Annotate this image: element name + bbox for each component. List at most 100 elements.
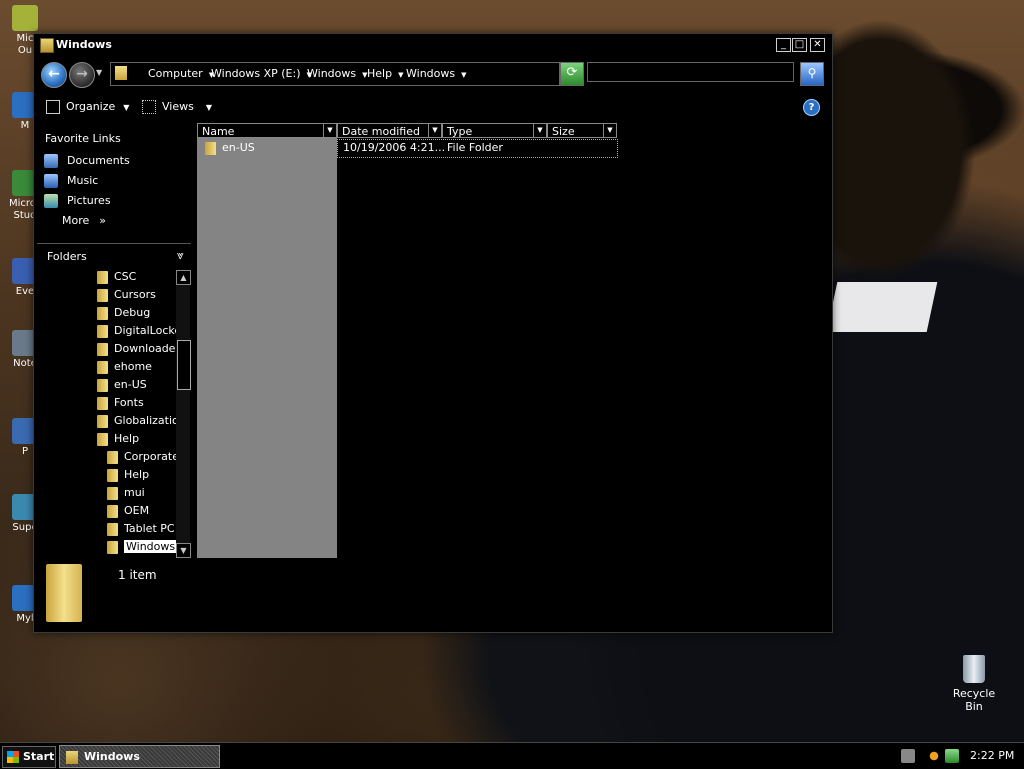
search-icon[interactable] (927, 749, 941, 763)
tree-item[interactable]: en-US (97, 376, 147, 394)
tree-item[interactable]: Cursors (97, 286, 156, 304)
tree-item[interactable]: DigitalLocker (97, 322, 186, 340)
chevron-down-icon: ▼ (205, 103, 212, 112)
favorite-link-pictures[interactable]: Pictures (44, 194, 111, 208)
divider (37, 243, 191, 244)
file-row[interactable]: en-US 10/19/2006 4:21... File Folder (197, 139, 618, 158)
folder-icon (97, 378, 108, 392)
navigation-bar: ← → ▼ Computer ▼ Windows XP (E:) ▼ Windows… (34, 58, 832, 90)
organize-label: Organize (66, 100, 116, 113)
breadcrumb-current[interactable]: Windows ▼ (406, 67, 467, 80)
tree-item-label: DigitalLocker (114, 324, 186, 337)
organize-button[interactable]: Organize ▼ (46, 100, 129, 114)
breadcrumb-help[interactable]: Help ▼ (367, 67, 403, 80)
tree-item[interactable]: CSC (97, 268, 136, 286)
scroll-down-button[interactable]: ▼ (176, 543, 191, 558)
network-icon[interactable] (945, 749, 959, 763)
chevron-down-icon[interactable]: ▼ (603, 124, 616, 137)
tree-item-label: Globalization (114, 414, 186, 427)
tree-item[interactable]: Windows (107, 538, 178, 556)
chevron-down-icon[interactable]: ⩔ (177, 248, 184, 263)
tree-item[interactable]: Tablet PC (107, 520, 175, 538)
tree-item-label: OEM (124, 504, 150, 517)
tree-item-label: Help (124, 468, 150, 481)
chevron-right-icon[interactable]: ▼ (398, 71, 403, 79)
tree-item[interactable]: Help (97, 430, 139, 448)
search-button[interactable]: ⚲ (800, 62, 824, 86)
tree-item[interactable]: Globalization (97, 412, 186, 430)
favorite-links-more[interactable]: More » (62, 214, 106, 227)
folder-icon (97, 324, 108, 338)
scroll-up-button[interactable]: ▲ (176, 270, 191, 285)
name-column-background (197, 138, 337, 558)
folder-icon (205, 141, 216, 155)
taskbar-window-button[interactable]: Windows (59, 745, 220, 768)
favorite-link-label: Pictures (67, 194, 111, 207)
favorite-link-documents[interactable]: Documents (44, 154, 130, 168)
address-bar[interactable]: Computer ▼ Windows XP (E:) ▼ Windows ▼ Help… (110, 62, 625, 86)
recycle-bin-icon[interactable]: Recycle Bin (943, 655, 1005, 713)
double-chevron-right-icon: » (99, 214, 107, 227)
chevron-down-icon: ▼ (123, 103, 130, 112)
back-button[interactable]: ← (41, 62, 67, 88)
favorite-link-music[interactable]: Music (44, 174, 98, 188)
folders-header[interactable]: Folders ⩔ (37, 247, 191, 267)
maximize-button[interactable]: □ (792, 38, 807, 52)
views-button[interactable]: Views ▼ (142, 100, 212, 114)
chevron-down-icon[interactable]: ▼ (323, 124, 336, 137)
recycle-bin-label: Recycle Bin (952, 687, 996, 713)
file-name: en-US (222, 141, 255, 154)
column-header-name[interactable]: Name ▼ (197, 123, 337, 138)
help-icon[interactable]: ? (803, 99, 820, 116)
tree-item[interactable]: Help (107, 466, 149, 484)
column-label: Date modified (342, 125, 420, 138)
forward-button[interactable]: → (69, 62, 95, 88)
explorer-window: Windows _ □ ✕ ← → ▼ Computer ▼ Windows XP… (33, 33, 833, 633)
folder-icon (107, 468, 118, 482)
tree-item[interactable]: OEM (107, 502, 149, 520)
column-label: Size (552, 125, 575, 138)
folder-icon (97, 360, 108, 374)
file-name-cell[interactable]: en-US (205, 141, 255, 155)
keyboard-icon[interactable] (901, 749, 915, 763)
tree-item-label: Windows (124, 540, 178, 553)
recent-pages-dropdown[interactable]: ▼ (96, 68, 102, 77)
window-title: Windows (56, 38, 112, 51)
views-icon (142, 100, 156, 114)
chevron-down-icon[interactable]: ▼ (428, 124, 441, 137)
tree-item[interactable]: mui (107, 484, 145, 502)
column-header-size[interactable]: Size ▼ (547, 123, 617, 138)
start-button[interactable]: Start (2, 746, 56, 768)
title-bar[interactable]: Windows _ □ ✕ (34, 34, 832, 56)
tree-item[interactable]: Downloaded (97, 340, 182, 358)
command-bar: Organize ▼ Views ▼ ? (34, 94, 832, 120)
music-icon (44, 174, 58, 188)
tree-item[interactable]: Fonts (97, 394, 144, 412)
start-label: Start (23, 750, 55, 763)
folder-tree-scrollbar[interactable]: ▲ ▼ (176, 270, 191, 558)
chevron-down-icon[interactable]: ▼ (533, 124, 546, 137)
tree-item-label: Corporate (124, 450, 179, 463)
clock[interactable]: 2:22 PM (970, 749, 1014, 762)
documents-icon (44, 154, 58, 168)
search-input[interactable] (587, 62, 794, 82)
breadcrumb-drive[interactable]: Windows XP (E:) ▼ (211, 67, 312, 80)
column-label: Name (202, 125, 235, 138)
close-button[interactable]: ✕ (810, 38, 825, 52)
folder-icon (115, 66, 127, 80)
minimize-button[interactable]: _ (776, 38, 791, 52)
favorite-link-label: Documents (67, 154, 130, 167)
tree-item-label: mui (124, 486, 145, 499)
tree-item-label: Debug (114, 306, 151, 319)
breadcrumb-windows[interactable]: Windows ▼ (307, 67, 368, 80)
item-count: 1 item (118, 568, 157, 582)
refresh-button[interactable]: ⟳ (560, 62, 584, 86)
tree-item[interactable]: Debug (97, 304, 150, 322)
chevron-right-icon[interactable]: ▼ (461, 71, 466, 79)
tree-item[interactable]: ehome (97, 358, 152, 376)
tree-item[interactable]: Corporate (107, 448, 179, 466)
column-header-date-modified[interactable]: Date modified ▼ (337, 123, 442, 138)
column-header-type[interactable]: Type ▼ (442, 123, 547, 138)
breadcrumb-computer[interactable]: Computer ▼ (148, 67, 214, 80)
scrollbar-thumb[interactable] (177, 340, 191, 390)
